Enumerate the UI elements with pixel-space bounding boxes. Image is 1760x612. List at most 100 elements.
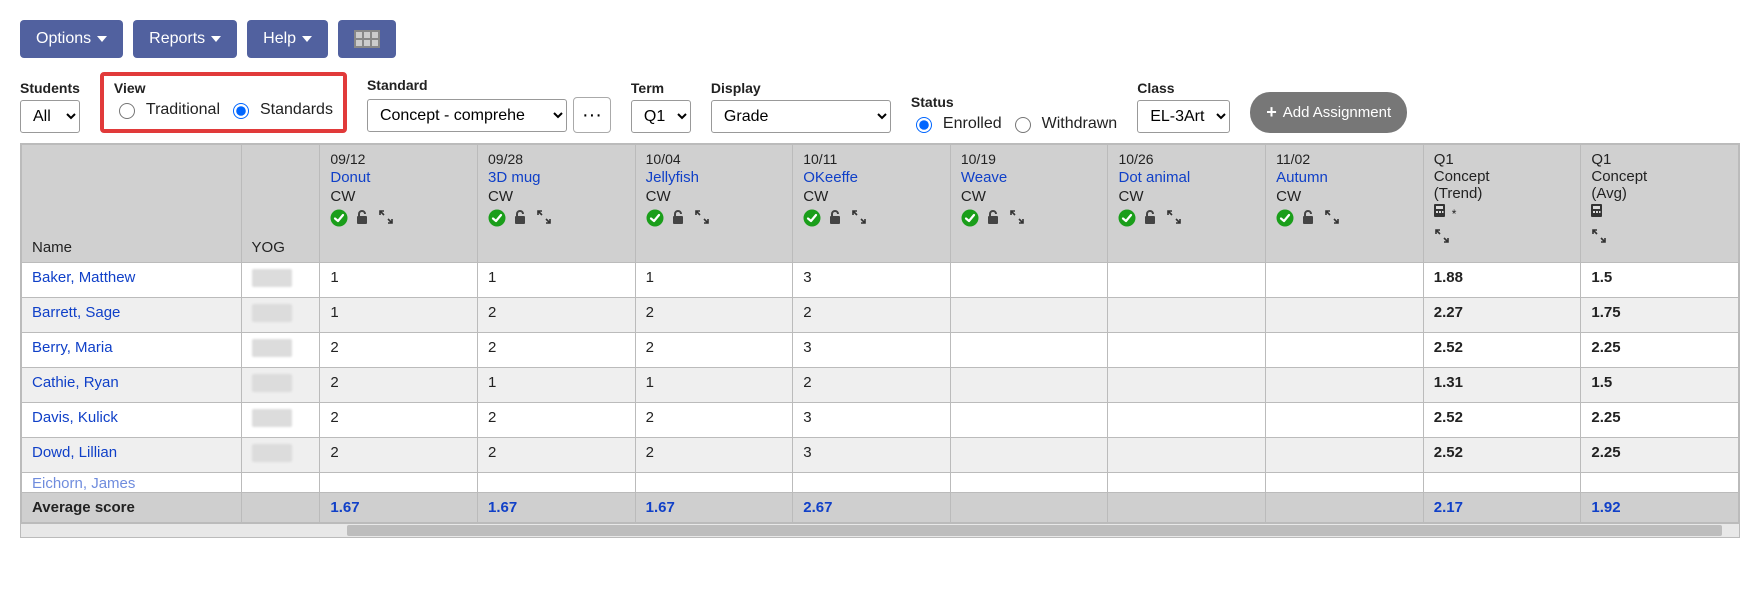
score-cell[interactable]: 1 [320,263,478,298]
score-cell[interactable] [1108,333,1266,368]
score-cell[interactable]: 3 [793,403,951,438]
score-cell[interactable]: 2 [635,438,793,473]
reports-button[interactable]: Reports [133,20,237,58]
score-cell[interactable]: 2 [635,333,793,368]
score-cell[interactable] [950,438,1108,473]
score-cell[interactable]: 3 [793,263,951,298]
score-cell[interactable]: 2 [320,333,478,368]
score-cell[interactable]: 3 [793,333,951,368]
expand-icon[interactable] [1009,209,1027,227]
class-select[interactable]: EL-3Art [1137,100,1230,133]
score-cell[interactable]: 1 [320,298,478,333]
score-cell[interactable] [1108,298,1266,333]
score-cell[interactable] [1266,438,1424,473]
score-cell[interactable] [950,333,1108,368]
caret-down-icon [211,36,221,42]
yog-cell [241,263,320,298]
assignment-name-link[interactable]: Donut [330,169,370,186]
expand-icon[interactable] [1591,228,1609,246]
lock-open-icon[interactable] [1300,209,1318,227]
score-cell[interactable]: 2 [477,298,635,333]
score-cell[interactable] [1108,263,1266,298]
score-cell[interactable]: 1 [477,263,635,298]
expand-icon[interactable] [536,209,554,227]
assignment-category: CW [803,188,940,205]
assignment-name-link[interactable]: OKeeffe [803,169,858,186]
lock-open-icon[interactable] [354,209,372,227]
expand-icon[interactable] [1324,209,1342,227]
student-row: Cathie, Ryan21121.311.5 [22,368,1739,403]
assignment-name-link[interactable]: Jellyfish [646,169,699,186]
score-cell[interactable]: 2 [477,438,635,473]
assignment-name-link[interactable]: Dot animal [1118,169,1190,186]
assignment-date: 10/19 [961,151,1098,167]
assignment-header: 09/283D mugCW [477,145,635,263]
term-select[interactable]: Q1 [631,100,691,133]
standard-select[interactable]: Concept - comprehe [367,99,567,132]
score-cell[interactable] [950,403,1108,438]
student-link[interactable]: Dowd, Lillian [32,444,117,461]
student-link[interactable]: Berry, Maria [32,339,113,356]
score-cell[interactable] [950,368,1108,403]
score-cell[interactable] [1266,333,1424,368]
score-cell[interactable] [950,263,1108,298]
score-cell[interactable] [1266,263,1424,298]
scrollbar-thumb[interactable] [347,525,1721,536]
expand-icon[interactable] [1434,228,1452,246]
score-cell[interactable]: 1 [635,263,793,298]
score-cell[interactable]: 2 [793,368,951,403]
help-button[interactable]: Help [247,20,328,58]
lock-open-icon[interactable] [985,209,1003,227]
score-cell[interactable]: 2 [320,403,478,438]
student-link[interactable]: Barrett, Sage [32,304,120,321]
grid-view-button[interactable] [338,20,396,58]
score-cell[interactable] [1266,298,1424,333]
expand-icon[interactable] [694,209,712,227]
score-cell[interactable]: 2 [793,298,951,333]
score-cell[interactable]: 2 [477,403,635,438]
student-link[interactable]: Cathie, Ryan [32,374,119,391]
expand-icon[interactable] [851,209,869,227]
score-cell[interactable]: 2 [477,333,635,368]
score-cell[interactable]: 1 [477,368,635,403]
student-link[interactable]: Davis, Kulick [32,409,118,426]
student-link[interactable]: Eichorn, James [32,475,135,492]
score-cell[interactable] [1108,403,1266,438]
score-cell[interactable]: 2 [635,403,793,438]
assignment-name-link[interactable]: Autumn [1276,169,1328,186]
student-link[interactable]: Baker, Matthew [32,269,135,286]
assignment-name-link[interactable]: 3D mug [488,169,541,186]
score-cell[interactable]: 2 [320,368,478,403]
status-withdrawn-radio[interactable] [1015,117,1031,133]
score-cell[interactable] [1266,403,1424,438]
students-filter: Students All [20,80,80,133]
lock-open-icon[interactable] [1142,209,1160,227]
status-ok-icon [803,209,821,227]
lock-open-icon[interactable] [670,209,688,227]
lock-open-icon[interactable] [512,209,530,227]
display-select[interactable]: Grade [711,100,891,133]
score-cell[interactable] [950,298,1108,333]
assignment-name-link[interactable]: Weave [961,169,1007,186]
status-enrolled-radio[interactable] [916,117,932,133]
view-standards-radio[interactable] [233,103,249,119]
options-button[interactable]: Options [20,20,123,58]
score-cell[interactable]: 2 [320,438,478,473]
standard-more-button[interactable]: ··· [573,97,611,133]
score-cell[interactable]: 2 [635,298,793,333]
expand-icon[interactable] [1166,209,1184,227]
score-cell[interactable] [1266,368,1424,403]
score-cell[interactable] [1108,368,1266,403]
assignment-category: CW [646,188,783,205]
score-cell[interactable]: 1 [635,368,793,403]
students-select[interactable]: All [20,100,80,133]
add-assignment-button[interactable]: + Add Assignment [1250,92,1407,133]
expand-icon[interactable] [378,209,396,227]
score-cell[interactable]: 3 [793,438,951,473]
score-cell[interactable] [1108,438,1266,473]
horizontal-scrollbar[interactable] [21,523,1739,537]
assignment-header: 10/11OKeeffeCW [793,145,951,263]
view-label: View [114,80,333,96]
view-traditional-radio[interactable] [119,103,135,119]
lock-open-icon[interactable] [827,209,845,227]
